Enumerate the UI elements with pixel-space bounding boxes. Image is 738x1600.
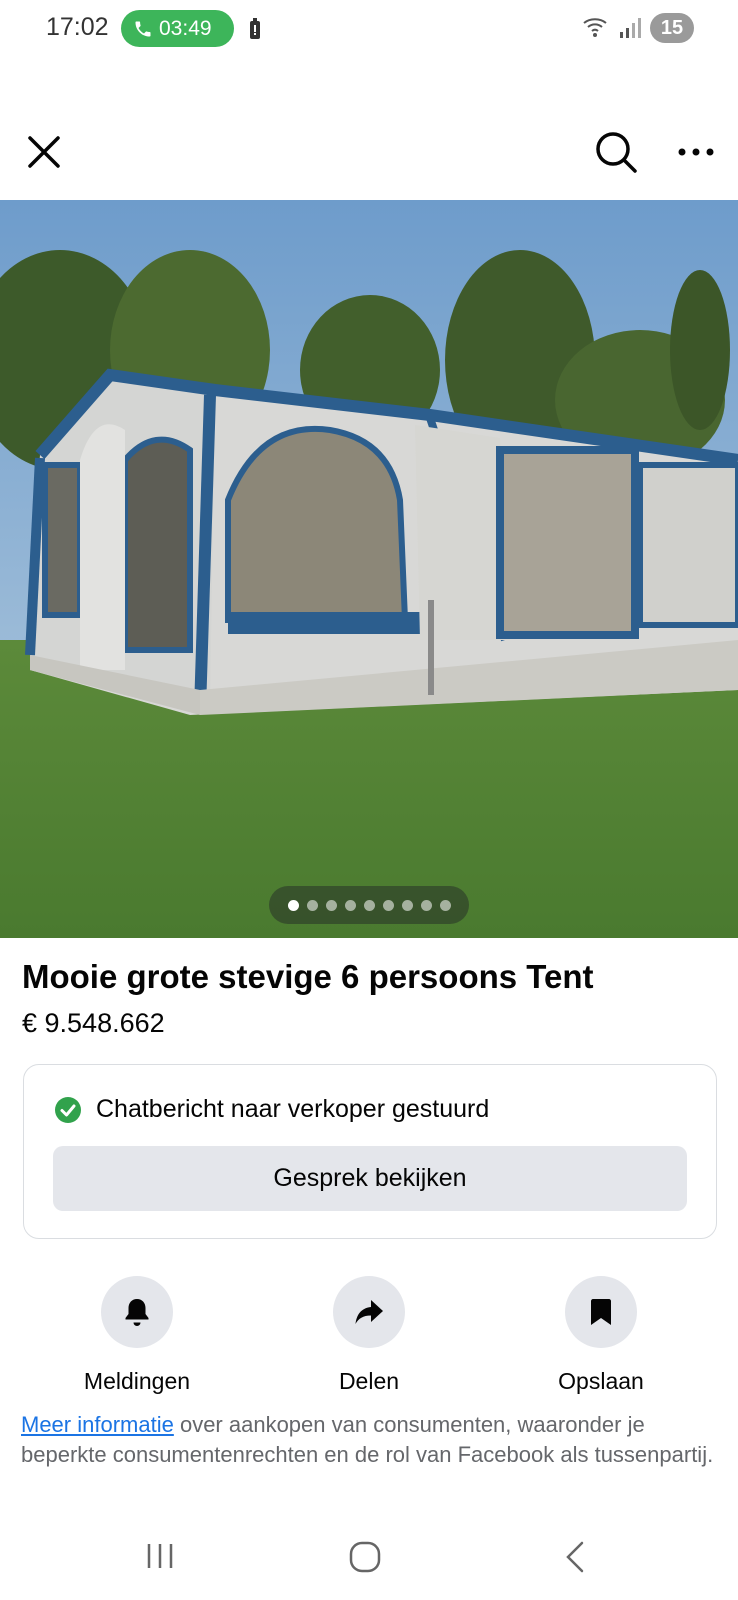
- save-label: Opslaan: [558, 1368, 644, 1394]
- system-nav-bar: [0, 1510, 738, 1600]
- notifications-button[interactable]: [101, 1276, 173, 1348]
- carousel-dots: [269, 886, 469, 924]
- phone-icon: [135, 21, 151, 36]
- top-bar: [0, 118, 738, 198]
- tent-photo-image: [0, 200, 738, 938]
- check-circle-icon: [55, 1096, 81, 1123]
- bell-icon: [125, 1299, 149, 1326]
- status-bar: 17:02 03:49 15: [0, 0, 738, 58]
- battery-saver-icon: [250, 18, 260, 39]
- home-icon[interactable]: [348, 1540, 382, 1574]
- call-timer: 03:49: [159, 16, 212, 40]
- carousel-dot: [325, 899, 337, 911]
- back-icon[interactable]: [560, 1540, 590, 1574]
- share-label: Delen: [338, 1368, 400, 1394]
- bookmark-icon: [591, 1299, 611, 1325]
- wifi-icon: [583, 18, 607, 37]
- share-action[interactable]: Delen: [269, 1276, 469, 1395]
- carousel-dot: [401, 899, 413, 911]
- carousel-dot: [420, 899, 432, 911]
- save-button[interactable]: [565, 1276, 637, 1348]
- carousel-dot: [344, 899, 356, 911]
- carousel-dot: [306, 899, 318, 911]
- carousel-dot: [363, 899, 375, 911]
- share-button[interactable]: [333, 1276, 405, 1348]
- share-arrow-icon: [355, 1300, 383, 1324]
- notifications-label: Meldingen: [83, 1368, 191, 1394]
- listing-photo[interactable]: [0, 200, 738, 938]
- message-sent-card: Chatbericht naar verkoper gestuurd Gespr…: [23, 1064, 717, 1239]
- close-icon[interactable]: [24, 132, 64, 172]
- notifications-action[interactable]: Meldingen: [37, 1276, 237, 1395]
- recents-icon[interactable]: [143, 1542, 177, 1570]
- listing-price: € 9.548.662: [22, 1008, 165, 1038]
- message-sent-status: Chatbericht naar verkoper gestuurd: [54, 1095, 489, 1124]
- save-action[interactable]: Opslaan: [501, 1276, 701, 1395]
- listing-title: Mooie grote stevige 6 persoons Tent: [22, 958, 594, 995]
- notification-count-badge: 15: [650, 13, 694, 43]
- consumer-info-text: Meer informatie over aankopen van consum…: [21, 1410, 721, 1470]
- status-time: 17:02: [46, 13, 109, 41]
- ongoing-call-pill[interactable]: 03:49: [121, 10, 234, 47]
- more-info-link[interactable]: Meer informatie: [21, 1412, 174, 1437]
- search-icon[interactable]: [594, 130, 638, 174]
- more-icon[interactable]: [676, 140, 716, 164]
- carousel-dot: [287, 899, 299, 911]
- action-row: Meldingen Delen Opslaan: [0, 1276, 738, 1406]
- carousel-dot: [439, 899, 451, 911]
- carousel-dot: [382, 899, 394, 911]
- message-sent-text: Chatbericht naar verkoper gestuurd: [96, 1095, 490, 1123]
- view-conversation-button[interactable]: Gesprek bekijken: [53, 1146, 687, 1211]
- signal-icon: [620, 18, 641, 38]
